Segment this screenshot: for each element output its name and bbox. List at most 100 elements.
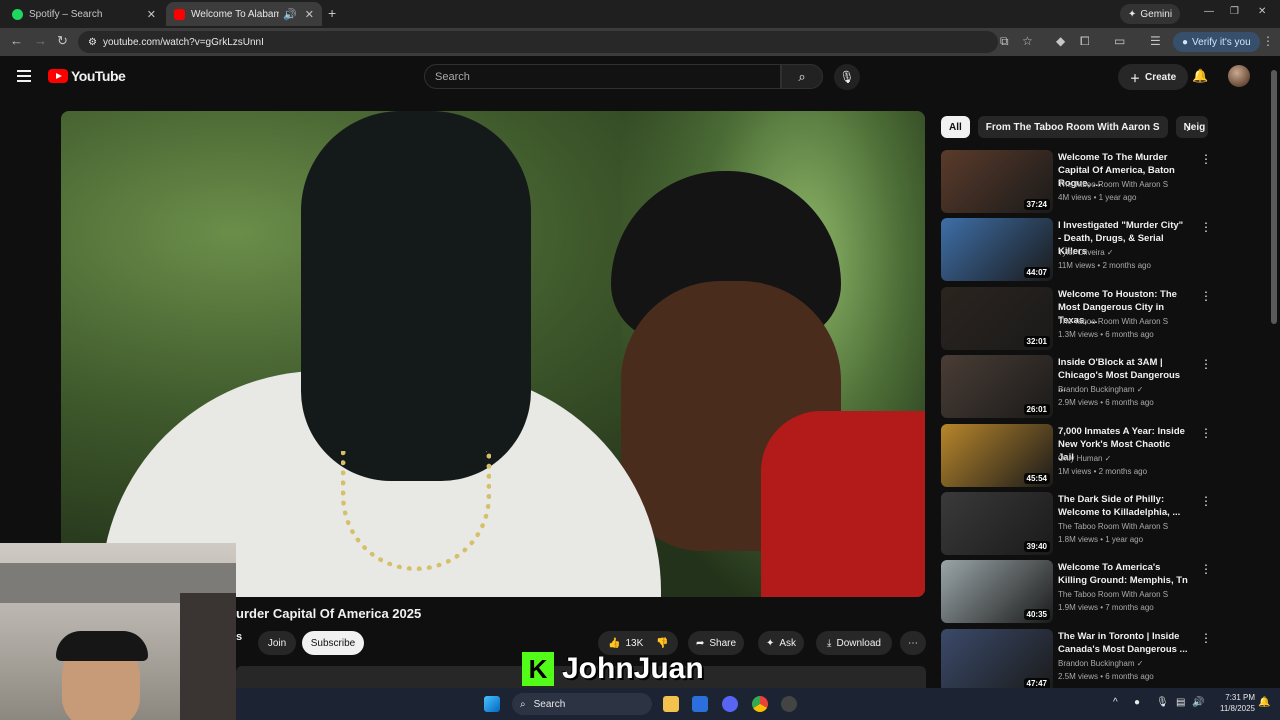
subscribe-button[interactable]: Subscribe: [302, 631, 364, 655]
more-vertical-icon[interactable]: ⋮: [1200, 494, 1212, 508]
recommendation-item[interactable]: 39:40 The Dark Side of Philly: Welcome to…: [941, 492, 1212, 556]
minimize-icon[interactable]: —: [1204, 6, 1214, 17]
thumbs-down-icon[interactable]: 👎: [656, 638, 668, 649]
extensions-puzzle-icon[interactable]: ⧠: [1080, 34, 1090, 49]
video-thumbnail[interactable]: 37:24: [941, 150, 1053, 213]
ask-button[interactable]: ✦ Ask: [758, 631, 804, 655]
recommendation-item[interactable]: 40:35 Welcome To America's Killing Ground…: [941, 560, 1212, 624]
more-vertical-icon[interactable]: ⋮: [1200, 289, 1212, 303]
video-thumbnail[interactable]: 32:01: [941, 286, 1053, 350]
speaker-icon[interactable]: 🔊: [283, 8, 297, 21]
recommendation-title[interactable]: The War in Toronto | Inside Canada's Mos…: [1058, 630, 1188, 656]
reading-list-icon[interactable]: ☰: [1150, 34, 1161, 48]
windows-start-icon[interactable]: [484, 696, 500, 712]
recommendation-item[interactable]: 47:47 The War in Toronto | Inside Canada'…: [941, 628, 1212, 693]
discord-icon[interactable]: [722, 696, 738, 712]
recommendation-item[interactable]: 45:54 7,000 Inmates A Year: Inside New Yo…: [941, 423, 1212, 488]
avatar[interactable]: [1228, 65, 1250, 87]
recommendation-channel[interactable]: The Taboo Room With Aaron S: [1058, 522, 1168, 531]
video-player[interactable]: [61, 111, 925, 597]
video-thumbnail[interactable]: 44:07: [941, 218, 1053, 282]
new-tab-button[interactable]: +: [328, 5, 336, 21]
split-view-icon[interactable]: ▭: [1114, 34, 1125, 48]
join-button[interactable]: Join: [258, 631, 296, 655]
youtube-logo[interactable]: YouTube: [48, 68, 126, 84]
verify-profile-button[interactable]: ● Verify it's you: [1173, 32, 1260, 52]
system-clock[interactable]: 7:31 PM 11/8/2025: [1220, 692, 1255, 714]
recommendation-item[interactable]: 44:07 I Investigated "Murder City" - Deat…: [941, 218, 1212, 282]
recommendation-channel[interactable]: Brandon Buckingham ✓: [1058, 659, 1143, 668]
extension-icon[interactable]: ◆: [1056, 34, 1065, 48]
video-thumbnail[interactable]: 40:35: [941, 560, 1053, 624]
spotify-icon: [12, 8, 23, 20]
like-count[interactable]: 13K: [625, 638, 643, 649]
tab-youtube[interactable]: Welcome To Alabama: The 🔊 ✕: [166, 2, 322, 26]
tray-chevron-icon[interactable]: ^: [1113, 697, 1118, 708]
video-thumbnail[interactable]: 45:54: [941, 423, 1053, 487]
recommendation-channel[interactable]: The Taboo Room With Aaron S: [1058, 180, 1168, 189]
page-scrollbar[interactable]: [1271, 70, 1277, 324]
recommendation-channel[interactable]: The Taboo Room With Aaron S: [1058, 590, 1168, 599]
chrome-icon[interactable]: [752, 696, 768, 712]
file-explorer-icon[interactable]: [663, 696, 679, 712]
volume-icon[interactable]: 🔊: [1192, 697, 1204, 708]
video-duration: 44:07: [1023, 267, 1050, 279]
restore-icon[interactable]: ❐: [1230, 6, 1239, 17]
reload-icon[interactable]: ↻: [57, 33, 68, 49]
store-icon[interactable]: [692, 696, 708, 712]
notifications-bell-icon[interactable]: 🔔: [1192, 68, 1208, 84]
recommendation-title[interactable]: The Dark Side of Philly: Welcome to Kill…: [1058, 493, 1188, 519]
app-icon[interactable]: [781, 696, 797, 712]
recommendation-channel[interactable]: Tyler Oliveira ✓: [1058, 248, 1114, 257]
download-button[interactable]: ⤓ Download: [816, 631, 892, 655]
tab-spotify[interactable]: Spotify – Search ✕: [4, 2, 164, 26]
recommendation-title[interactable]: Welcome To America's Killing Ground: Mem…: [1058, 561, 1188, 587]
menu-kebab-icon[interactable]: ⋮: [1262, 34, 1274, 48]
recommendation-channel[interactable]: Only Human ✓: [1058, 454, 1111, 463]
close-tab-icon[interactable]: ✕: [147, 8, 156, 21]
search-button[interactable]: ⌕: [781, 64, 823, 89]
site-info-icon[interactable]: ⚙: [88, 37, 97, 48]
more-vertical-icon[interactable]: ⋮: [1200, 631, 1212, 645]
recommendation-meta: 1.8M views • 1 year ago: [1058, 535, 1144, 544]
recommendation-channel[interactable]: The Taboo Room With Aaron S: [1058, 317, 1168, 326]
tray-app-icon[interactable]: ●: [1134, 697, 1140, 708]
recommendation-channel[interactable]: Brandon Buckingham ✓: [1058, 385, 1143, 394]
more-vertical-icon[interactable]: ⋮: [1200, 357, 1212, 371]
url-text[interactable]: youtube.com/watch?v=gGrkLzsUnnI: [103, 37, 264, 48]
taskbar-search[interactable]: ⌕ Search: [512, 693, 652, 715]
more-actions-button[interactable]: ⋯: [900, 631, 926, 655]
omnibox[interactable]: ⚙ youtube.com/watch?v=gGrkLzsUnnI: [78, 31, 998, 53]
chip-channel[interactable]: From The Taboo Room With Aaron S: [977, 116, 1168, 138]
microphone-icon[interactable]: 🎙: [1156, 697, 1169, 708]
channel-name[interactable]: s: [236, 631, 242, 643]
more-vertical-icon[interactable]: ⋮: [1200, 152, 1212, 166]
chip-neig[interactable]: Neig: [1175, 116, 1208, 138]
video-thumbnail[interactable]: 26:01: [941, 355, 1053, 419]
bookmark-star-icon[interactable]: ☆: [1022, 34, 1033, 48]
voice-search-button[interactable]: 🎙: [834, 64, 860, 90]
chip-all[interactable]: All: [941, 116, 970, 138]
more-vertical-icon[interactable]: ⋮: [1200, 220, 1212, 234]
create-button[interactable]: ＋ Create: [1118, 64, 1189, 90]
search-input[interactable]: Search: [424, 64, 781, 89]
hamburger-menu-icon[interactable]: [17, 70, 31, 82]
more-vertical-icon[interactable]: ⋮: [1200, 426, 1212, 440]
recommendation-item[interactable]: 26:01 Inside O'Block at 3AM | Chicago's M…: [941, 355, 1212, 419]
notification-icon[interactable]: 🔔: [1258, 697, 1270, 708]
gemini-button[interactable]: ✦ Gemini: [1120, 4, 1181, 24]
close-window-icon[interactable]: ✕: [1258, 6, 1266, 17]
recommendation-item[interactable]: 32:01 Welcome To Houston: The Most Danger…: [941, 286, 1212, 351]
video-thumbnail[interactable]: 39:40: [941, 492, 1053, 555]
back-icon[interactable]: ←: [10, 33, 23, 48]
forward-icon[interactable]: →: [34, 33, 47, 48]
network-icon[interactable]: ▤: [1176, 697, 1185, 708]
thumbs-up-icon[interactable]: 👍: [608, 638, 620, 649]
install-app-icon[interactable]: ⧉: [1000, 34, 1009, 49]
chevron-right-icon[interactable]: ›: [1186, 120, 1190, 135]
close-tab-icon[interactable]: ✕: [305, 8, 314, 21]
recommendation-item[interactable]: 37:24 Welcome To The Murder Capital Of Am…: [941, 150, 1212, 214]
webcam-person-cap: [56, 631, 148, 661]
video-thumbnail[interactable]: 47:47: [941, 628, 1053, 692]
more-vertical-icon[interactable]: ⋮: [1200, 562, 1212, 576]
